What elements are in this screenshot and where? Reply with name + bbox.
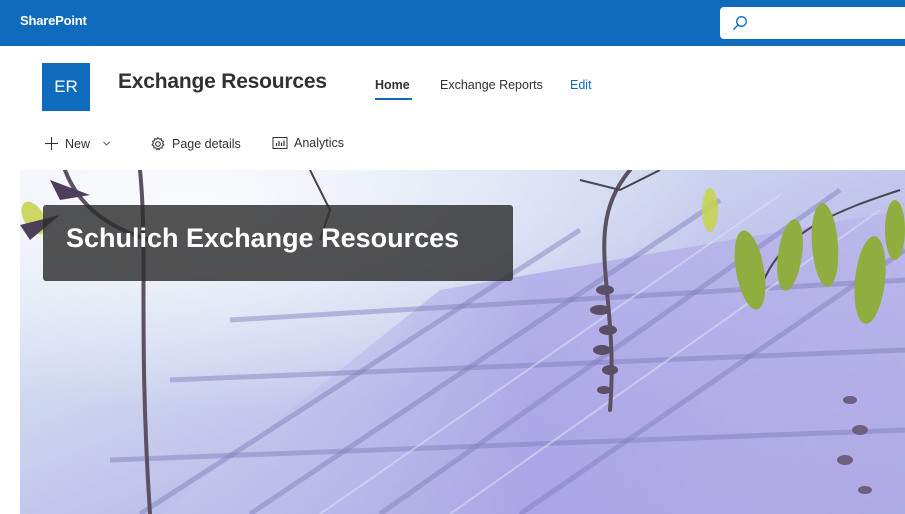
site-title[interactable]: Exchange Resources [118,70,327,94]
page-details-button[interactable]: Page details [150,136,241,152]
new-button-label: New [65,136,91,151]
analytics-label: Analytics [294,136,345,150]
nav-item-exchange-reports[interactable]: Exchange Reports [440,78,543,92]
plus-icon [44,136,59,151]
analytics-icon [272,136,288,150]
analytics-button[interactable]: Analytics [272,136,344,150]
nav-edit-link[interactable]: Edit [570,78,592,92]
search-icon [732,15,748,31]
nav-item-home[interactable]: Home [375,78,410,92]
hero-title-box: Schulich Exchange Resources [43,205,513,281]
site-logo[interactable]: ER [42,63,90,111]
chevron-down-icon [102,139,111,148]
hero-title: Schulich Exchange Resources [66,223,460,253]
hero-banner: Schulich Exchange Resources [20,170,905,514]
new-button[interactable]: New [44,136,111,151]
search-input[interactable] [756,13,900,35]
suite-bar: SharePoint [0,0,905,46]
active-nav-indicator [375,98,412,100]
app-name-link[interactable]: SharePoint [20,13,87,28]
page-details-label: Page details [172,137,241,151]
search-box[interactable] [720,7,905,39]
gear-icon [150,136,166,152]
